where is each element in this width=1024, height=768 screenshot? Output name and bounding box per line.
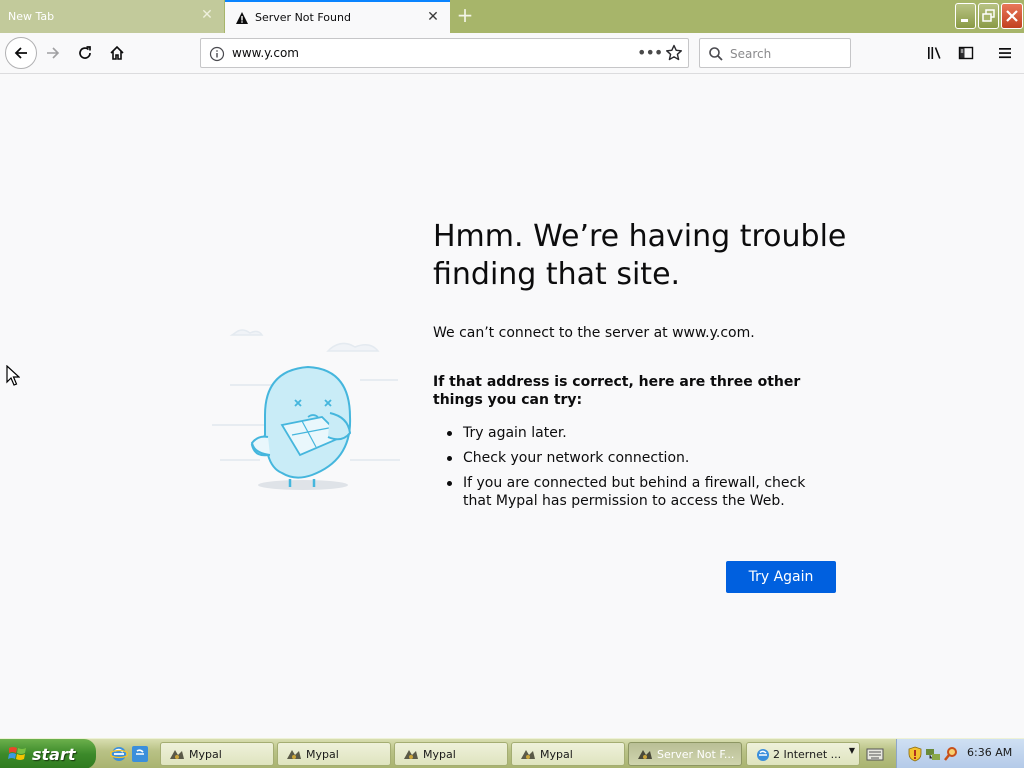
library-icon [928, 47, 941, 59]
list-item: If you are connected but behind a firewa… [447, 474, 838, 510]
reload-button[interactable] [70, 38, 100, 68]
taskbar-button-label: Mypal [540, 747, 573, 761]
menu-button[interactable] [990, 38, 1020, 68]
url-text[interactable]: www.y.com [232, 46, 299, 60]
warning-icon [236, 11, 248, 24]
suggestions-list: Try again later. Check your network conn… [447, 424, 838, 517]
clock: 6:36 AM [967, 746, 1013, 759]
search-bar[interactable] [699, 38, 851, 68]
search-tray-icon[interactable] [943, 746, 959, 762]
reload-icon [79, 46, 91, 59]
close-tab-icon[interactable]: ✕ [200, 8, 214, 22]
taskbar-button-label: 2 Internet ... [773, 747, 842, 761]
error-title: Hmm. We’re having trouble finding that s… [433, 219, 847, 292]
list-item: Try again later. [447, 424, 838, 442]
page-actions-icon[interactable]: ••• [637, 43, 663, 62]
restore-icon [982, 9, 995, 22]
back-button[interactable] [5, 37, 37, 69]
internet-explorer-icon[interactable] [131, 745, 149, 763]
mypal-icon [287, 750, 301, 759]
library-button[interactable] [920, 38, 950, 68]
mouse-cursor-icon [6, 365, 20, 386]
security-shield-icon[interactable] [907, 746, 923, 762]
close-window-button[interactable] [1001, 3, 1023, 29]
mypal-icon [170, 750, 184, 759]
taskbar-button[interactable]: Mypal [277, 742, 391, 766]
bookmark-star-icon[interactable] [665, 44, 683, 62]
sidebar-icon [958, 46, 974, 60]
start-label: start [32, 744, 76, 764]
tab-server-not-found[interactable]: Server Not Found ✕ [225, 0, 450, 33]
keyboard-icon[interactable] [866, 745, 884, 763]
home-icon [110, 45, 124, 60]
internet-explorer-icon[interactable] [110, 745, 128, 763]
ie-icon [757, 749, 769, 761]
dropdown-arrow-icon: ▼ [848, 746, 855, 755]
url-bar[interactable]: www.y.com ••• [200, 38, 689, 68]
mypal-icon [404, 750, 418, 759]
try-again-button[interactable]: Try Again [726, 561, 836, 593]
tab-title: Server Not Found [255, 11, 351, 24]
taskbar-button-label: Mypal [306, 747, 339, 761]
search-input[interactable] [730, 45, 845, 63]
forward-arrow-icon [47, 47, 60, 59]
minimize-button[interactable] [955, 3, 976, 29]
taskbar-button-label: Mypal [189, 747, 222, 761]
tab-new-tab[interactable]: New Tab ✕ [0, 0, 224, 33]
mypal-icon [638, 750, 652, 759]
error-description: We can’t connect to the server at www.y.… [433, 325, 755, 341]
search-icon [709, 47, 723, 61]
navigation-toolbar: www.y.com ••• [0, 33, 1024, 74]
tab-title: New Tab [8, 10, 55, 23]
windows-taskbar: start Mypal Mypal Mypal Mypal Server Not… [0, 738, 1024, 768]
hamburger-menu-icon [999, 48, 1011, 59]
info-icon[interactable] [209, 46, 225, 62]
taskbar-button[interactable]: Mypal [160, 742, 274, 766]
home-button[interactable] [102, 38, 132, 68]
restore-button[interactable] [978, 3, 999, 29]
windows-logo-icon [8, 747, 26, 760]
error-page: Hmm. We’re having trouble finding that s… [0, 75, 1024, 738]
system-tray: 6:36 AM [896, 739, 1024, 768]
back-arrow-icon [14, 47, 27, 59]
minimize-icon [961, 19, 968, 22]
tab-strip: New Tab ✕ Server Not Found ✕ + [0, 0, 1024, 33]
taskbar-button-active[interactable]: Server Not F... [628, 742, 742, 766]
sidebar-toggle-button[interactable] [951, 38, 981, 68]
mypal-icon [521, 750, 535, 759]
taskbar-button-group[interactable]: 2 Internet ... ▼ [746, 742, 860, 766]
network-icon[interactable] [925, 746, 941, 762]
taskbar-button-label: Mypal [423, 747, 456, 761]
close-icon [1006, 10, 1018, 22]
taskbar-button[interactable]: Mypal [511, 742, 625, 766]
forward-button[interactable] [38, 38, 68, 68]
taskbar-button-label: Server Not F... [657, 747, 735, 761]
list-item: Check your network connection. [447, 449, 838, 467]
new-tab-button[interactable]: + [452, 4, 478, 28]
lost-dino-illustration [212, 329, 400, 490]
taskbar-button[interactable]: Mypal [394, 742, 508, 766]
suggestions-heading: If that address is correct, here are thr… [433, 374, 801, 408]
start-button[interactable]: start [0, 739, 96, 768]
close-tab-icon[interactable]: ✕ [426, 10, 440, 24]
